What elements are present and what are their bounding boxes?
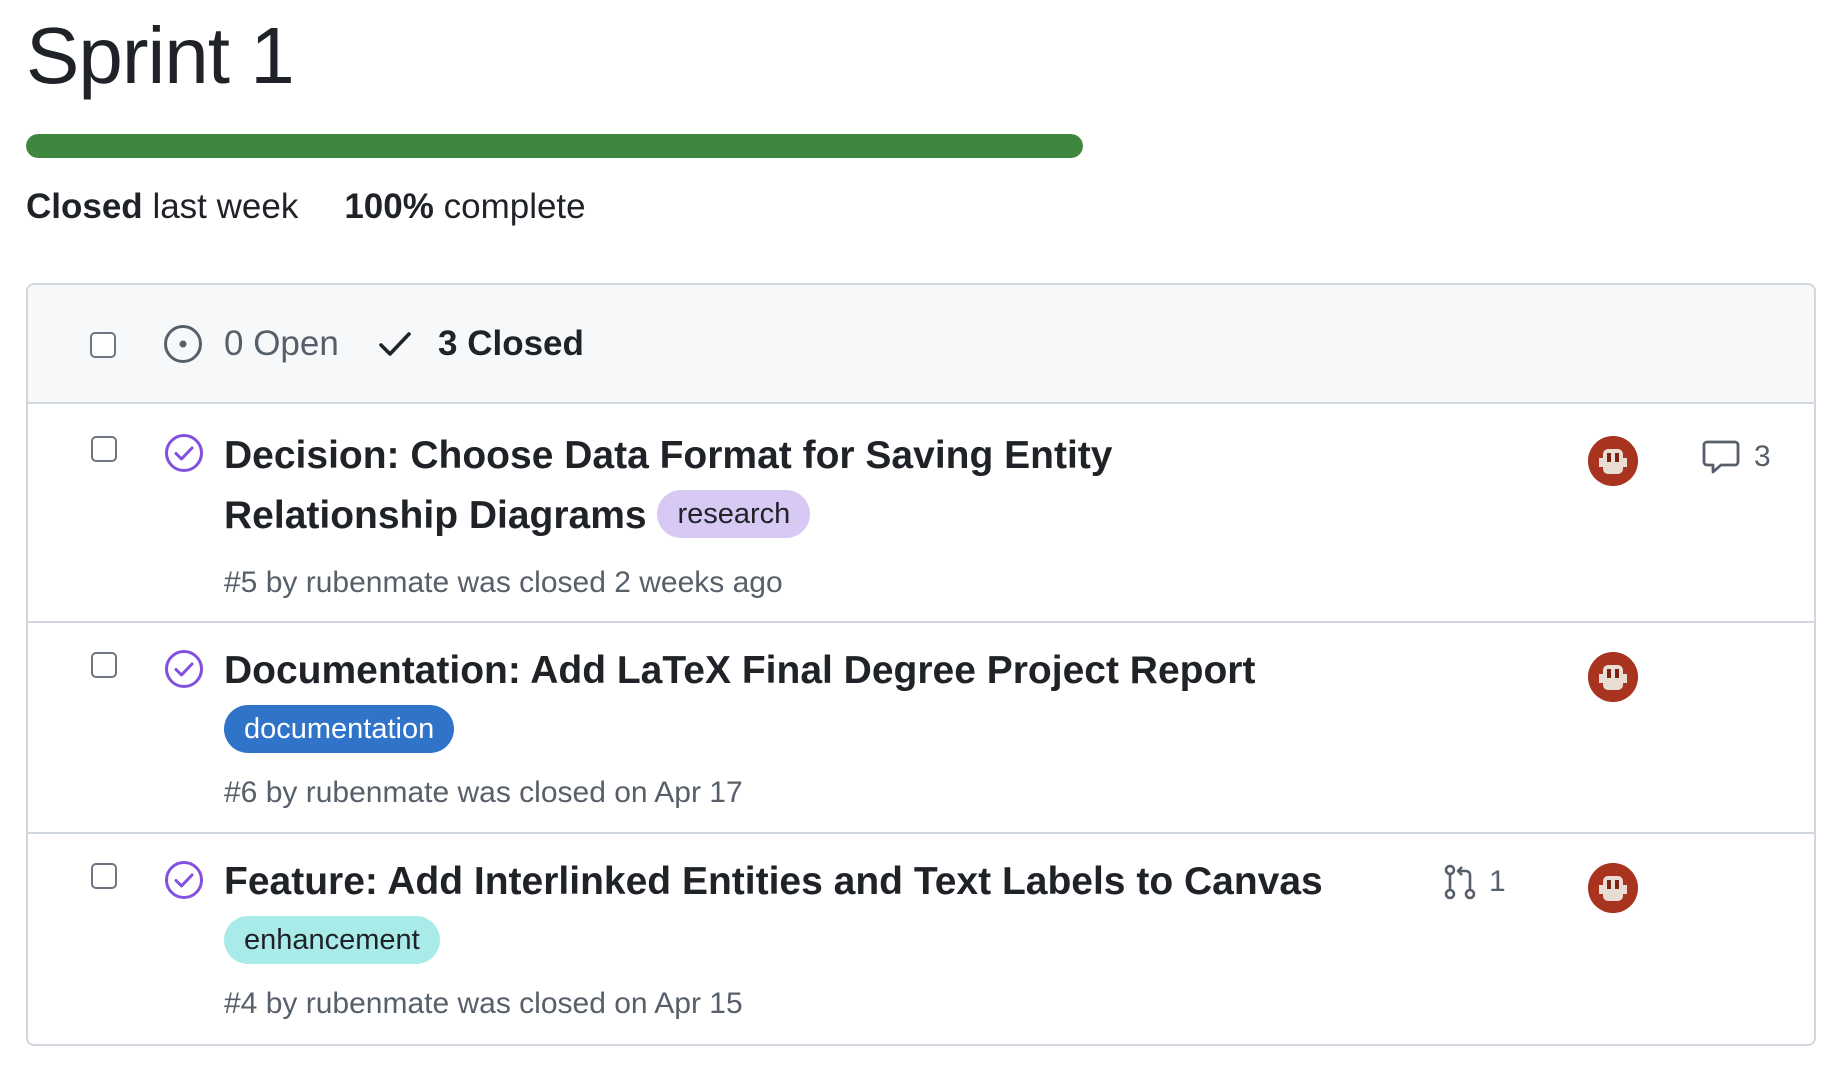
page-title: Sprint 1 (26, 11, 295, 100)
issue-closed-icon (165, 434, 203, 472)
milestone-progress-fill (26, 134, 1083, 158)
issue-open-icon (164, 325, 202, 363)
issue-checkbox[interactable] (91, 436, 117, 462)
issue-checkbox[interactable] (91, 652, 117, 678)
issue-closed-icon (165, 650, 203, 688)
avatar-image (1588, 863, 1638, 913)
closed-issues-filter[interactable]: 3 Closed (378, 321, 584, 367)
label-research[interactable]: research (657, 489, 811, 538)
milestone-status-bold: Closed (26, 187, 143, 226)
issue-meta: #6 by rubenmate was closed on Apr 17 (224, 776, 743, 809)
pull-request-icon (1444, 864, 1476, 900)
avatar-image (1588, 436, 1638, 486)
issue-title-link[interactable]: Decision: Choose Data Format for Saving … (224, 426, 1184, 546)
avatar-image (1588, 652, 1638, 702)
open-issues-label: 0 Open (224, 324, 339, 363)
issues-list-header: 0 Open 3 Closed (28, 285, 1814, 404)
milestone-status-rest: last week (152, 187, 299, 226)
label-enhancement[interactable]: enhancement (224, 915, 440, 964)
issue-closed-icon (165, 861, 203, 899)
issue-meta: #5 by rubenmate was closed 2 weeks ago (224, 566, 783, 599)
comments-link[interactable]: 3 (1702, 437, 1771, 477)
issue-row[interactable]: Feature: Add Interlinked Entities and Te… (28, 834, 1814, 1044)
milestone-progress-bar (26, 134, 1083, 158)
issue-row[interactable]: Decision: Choose Data Format for Saving … (28, 404, 1814, 623)
issue-meta: #4 by rubenmate was closed on Apr 15 (224, 987, 743, 1020)
milestone-percent-bold: 100% (344, 187, 434, 226)
open-issues-filter[interactable]: 0 Open (162, 321, 339, 367)
milestone-meta: Closed last week 100% complete (26, 184, 586, 230)
issue-row[interactable]: Documentation: Add LaTeX Final Degree Pr… (28, 623, 1814, 834)
issue-title: Feature: Add Interlinked Entities and Te… (224, 860, 1323, 903)
assignee-avatar[interactable] (1588, 863, 1638, 913)
assignee-avatar[interactable] (1588, 436, 1638, 486)
check-icon (379, 332, 411, 356)
issue-title-link[interactable]: Feature: Add Interlinked Entities and Te… (224, 852, 1374, 972)
issues-list: 0 Open 3 Closed Decision: Choose Data Fo… (26, 283, 1816, 1046)
assignee-avatar[interactable] (1588, 652, 1638, 702)
issue-title: Documentation: Add LaTeX Final Degree Pr… (224, 649, 1256, 692)
linked-pr-count: 1 (1489, 865, 1506, 898)
comment-count: 3 (1754, 440, 1771, 473)
milestone-page: Sprint 1 Closed last week 100% complete 0… (0, 0, 1848, 1072)
issue-checkbox[interactable] (91, 863, 117, 889)
comment-icon (1702, 440, 1740, 474)
label-documentation[interactable]: documentation (224, 704, 455, 753)
milestone-percent-rest: complete (443, 187, 586, 226)
closed-issues-label: 3 Closed (438, 324, 584, 363)
select-all-checkbox[interactable] (90, 332, 116, 358)
issue-title-link[interactable]: Documentation: Add LaTeX Final Degree Pr… (224, 641, 1374, 761)
linked-pull-requests-link[interactable]: 1 (1443, 862, 1506, 902)
